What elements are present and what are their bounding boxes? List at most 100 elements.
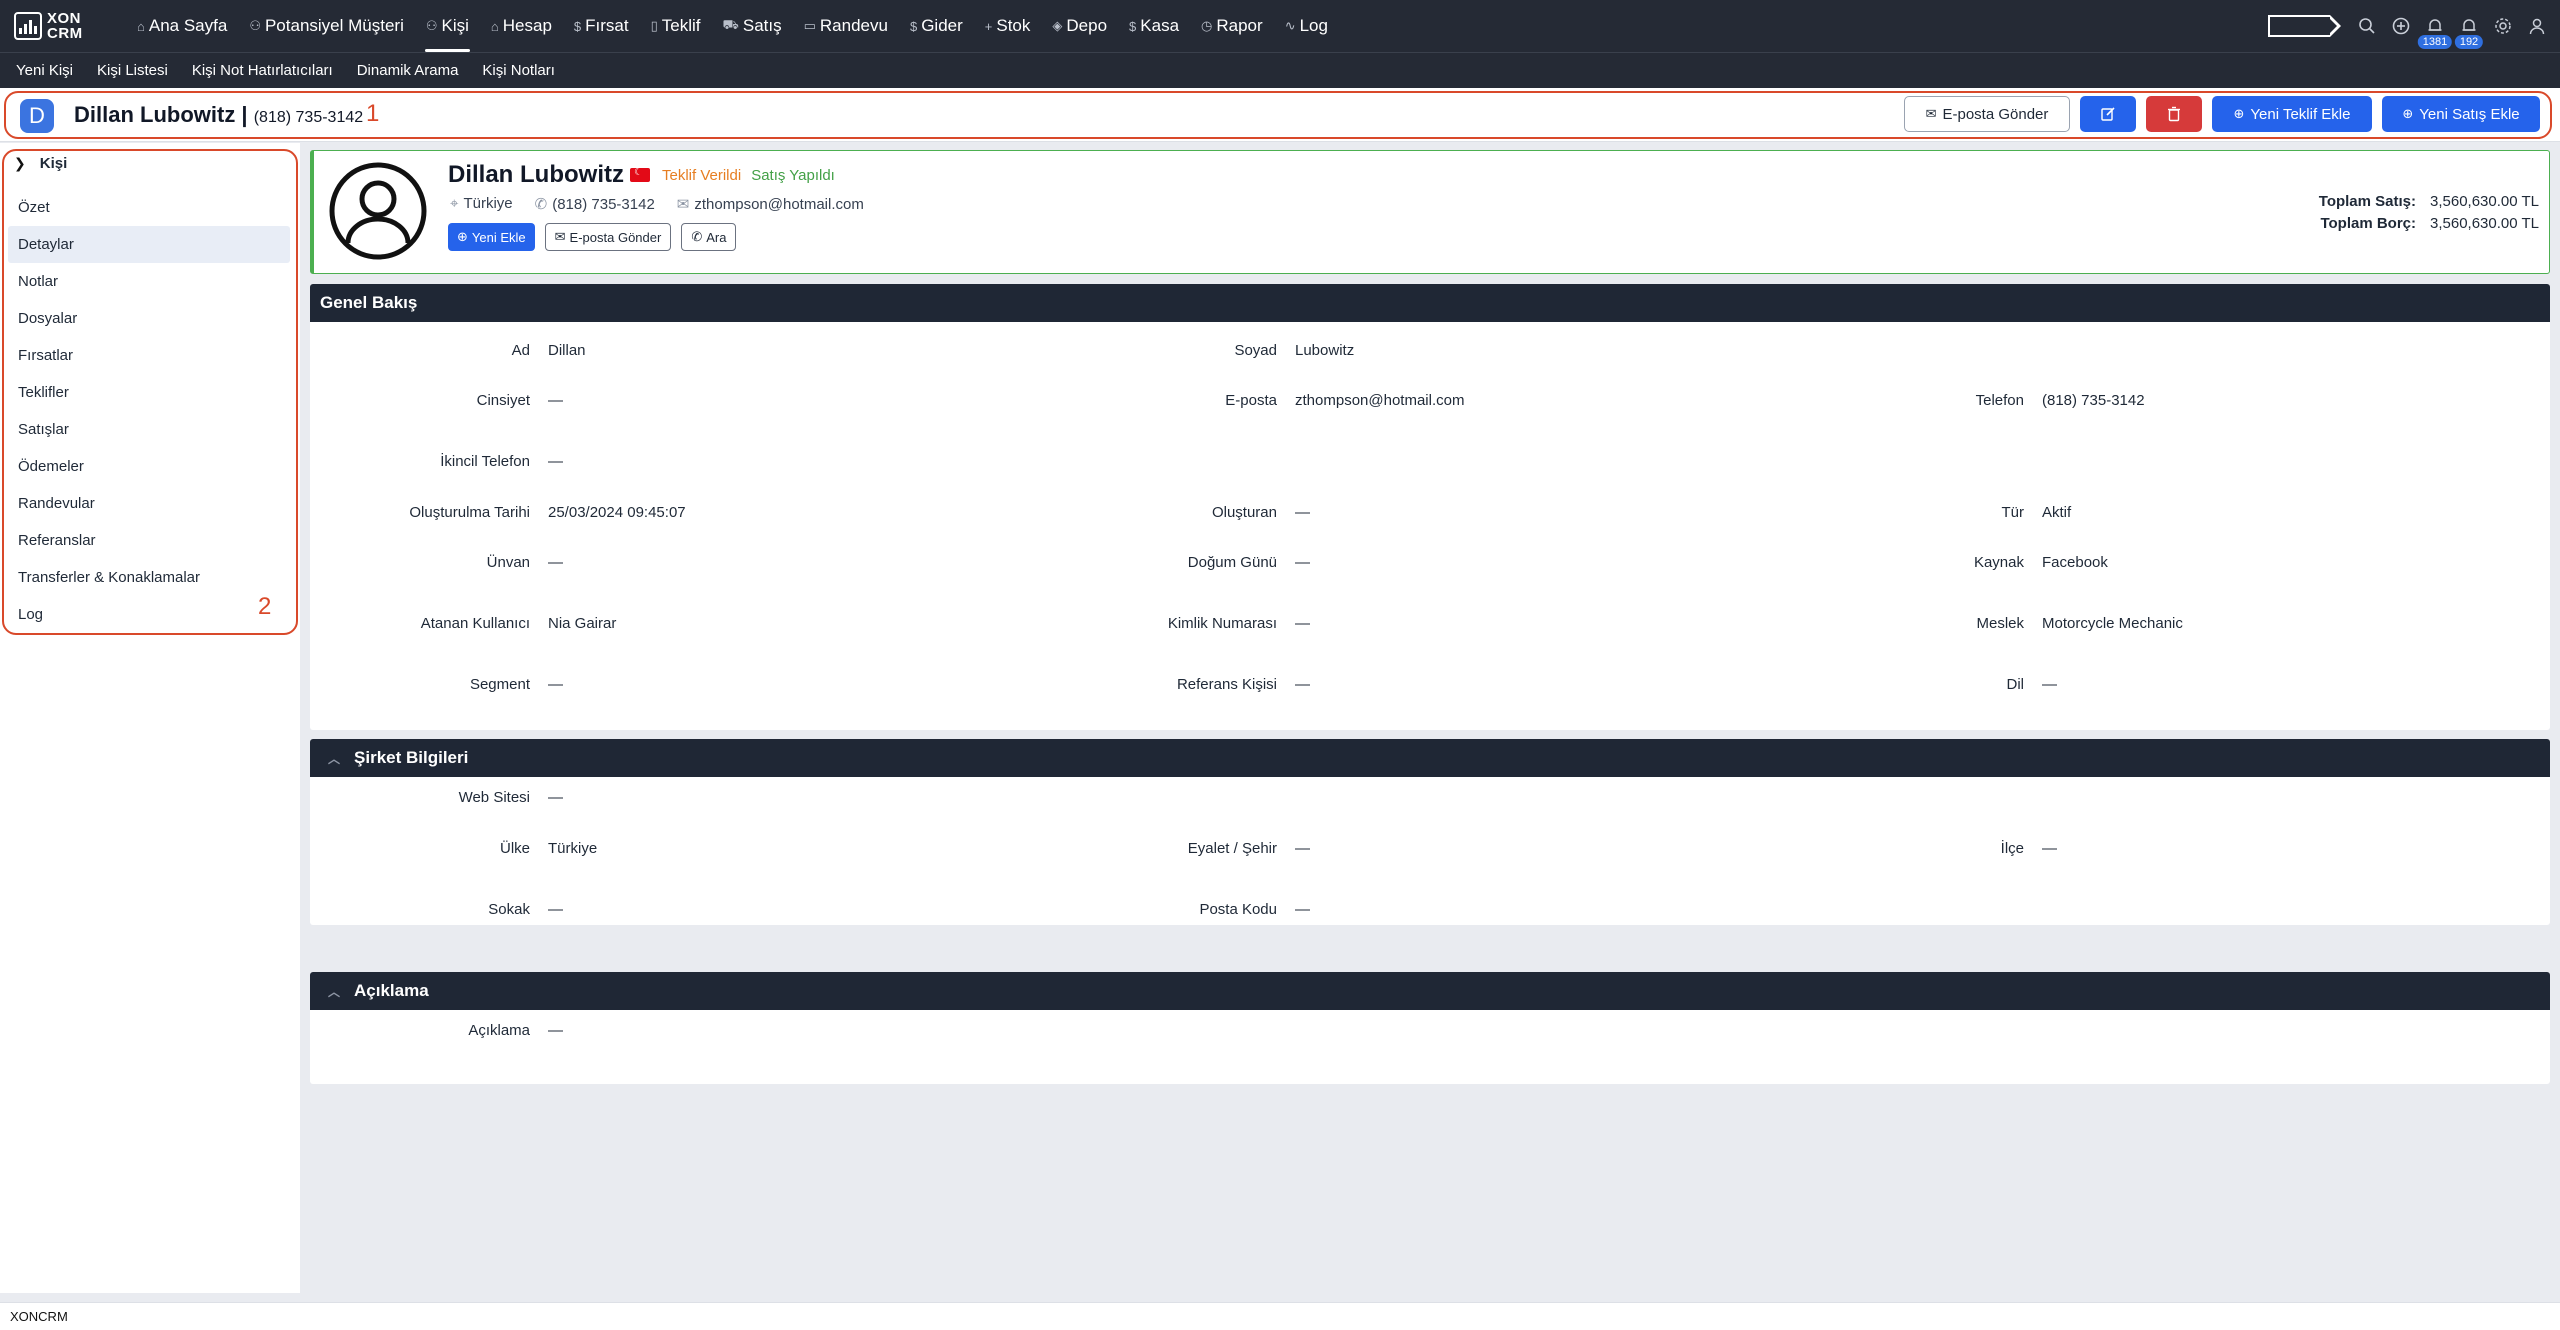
calendar-icon: ▭ [803,18,816,33]
nav-item-10[interactable]: ◈ Depo [1041,0,1118,52]
add-new-button[interactable]: ⊕ Yeni Ekle [448,223,535,251]
nav-item-5[interactable]: ▯ Teklif [640,0,712,52]
field-value-sokak: — [548,901,563,918]
nav-item-3[interactable]: ⌂ Hesap [480,0,563,52]
field-value-referans: — [1295,676,1310,693]
subnav-item-2[interactable]: Kişi Not Hatırlatıcıları [192,62,333,79]
nav-item-12[interactable]: ◷ Rapor [1190,0,1274,52]
total-debt-value: 3,560,630.00 TL [2430,215,2539,232]
field-label-eyalet: Eyalet / Şehir [1187,840,1277,857]
field-value-aciklama: — [548,1022,563,1039]
field-label-tur: Tür [2001,504,2025,521]
subnav-item-3[interactable]: Dinamik Arama [357,62,459,79]
user-icon[interactable] [2520,0,2554,52]
total-sales-label: Toplam Satış: [2318,193,2417,210]
nav-item-2[interactable]: ⚇ Kişi [415,0,480,52]
nav-item-13[interactable]: ∿ Log [1274,0,1339,52]
sidebar-item-11[interactable]: Log [8,596,290,633]
top-navbar: XON CRM ⌂ Ana Sayfa ⚇ Potansiyel Müşteri ⚇ Kiş… [0,0,2560,52]
totals: Toplam Satış: 3,560,630.00 TL Toplam Borç… [2319,191,2539,235]
profile-actions: ⊕ Yeni Ekle ✉ E-posta Gönder ✆ Ara [448,223,737,251]
field-label-olusturan: Oluşturan [1211,504,1277,521]
sidebar-item-9[interactable]: Referanslar [8,522,290,559]
annotation-number: 2 [258,593,272,620]
nav-item-label: Rapor [1216,16,1263,35]
cart-icon: ⛟ [722,17,739,32]
profile-phone[interactable]: ✆ (818) 735-3142 [535,195,655,213]
nav-item-8[interactable]: $ Gider [899,0,974,52]
sidebar-header[interactable]: ❯ Kişi [14,155,67,172]
notification-badge: 1381 [2417,35,2453,49]
edit-button[interactable] [2080,96,2136,132]
nav-item-label: Ana Sayfa [148,16,228,35]
bell-icon[interactable]: 1381 [2417,0,2453,52]
delete-button[interactable] [2146,96,2202,132]
sidebar-item-2[interactable]: Notlar [8,263,290,300]
nav-item-label: Kişi [441,16,469,35]
mail-icon: ✉ [676,196,690,213]
users-icon: ⚇ [249,18,261,33]
overview-header[interactable]: Genel Bakış [310,284,2550,322]
person-icon: ⚇ [425,18,438,33]
total-sales-value: 3,560,630.00 TL [2430,193,2539,210]
subnav-item-4[interactable]: Kişi Notları [482,62,555,79]
nav-item-6[interactable]: ⛟ Satış [712,0,793,52]
field-value-kaynak: Facebook [2042,554,2108,571]
field-value-ilce: — [2042,840,2057,857]
sidebar-item-10[interactable]: Transferler & Konaklamalar [8,559,290,596]
new-offer-button[interactable]: ⊕ Yeni Teklif Ekle [2212,96,2372,132]
nav-item-4[interactable]: $ Fırsat [563,0,640,52]
nav-item-label: Hesap [502,16,552,35]
field-label-referans: Referans Kişisi [1176,676,1277,693]
sidebar-menu: Özet Detaylar Notlar Dosyalar Fırsatlar Tekli… [8,189,290,633]
field-value-olusturan: — [1295,504,1310,521]
nav-item-label: Randevu [819,16,888,35]
nav-item-label: Potansiyel Müşteri [264,16,404,35]
send-email-button[interactable]: ✉ E-posta Gönder [1904,96,2070,132]
mail-icon: ✉ [554,229,566,244]
nav-item-1[interactable]: ⚇ Potansiyel Müşteri [238,0,415,52]
dollar-icon: $ [909,18,918,34]
company-section: ︿ Şirket Bilgileri Web Sitesi — Ülke Türkiye… [310,739,2550,925]
profile-meta: ⌖ Türkiye ✆ (818) 735-3142 ✉ zthompson@hotm… [450,195,864,213]
description-header[interactable]: ︿ Açıklama [310,972,2550,1010]
arrow-shortcut-icon[interactable] [2268,15,2341,37]
sidebar-item-0[interactable]: Özet [8,189,290,226]
field-value-unvan: — [548,554,563,571]
profile-email-button[interactable]: ✉ E-posta Gönder [544,223,672,251]
field-value-tur: Aktif [2042,504,2072,521]
company-header[interactable]: ︿ Şirket Bilgileri [310,739,2550,777]
search-icon[interactable] [2350,0,2384,52]
sidebar-item-5[interactable]: Teklifler [8,374,290,411]
sidebar-item-1[interactable]: Detaylar [8,226,290,263]
new-sale-button[interactable]: ⊕ Yeni Satış Ekle [2382,96,2540,132]
plus-circle-icon: ⊕ [2402,106,2414,121]
profile-name: Dillan Lubowitz Teklif Verildi Satış Yap… [448,161,835,189]
sidebar-item-7[interactable]: Ödemeler [8,448,290,485]
field-label-telefon: Telefon [1975,392,2024,409]
nav-item-0[interactable]: ⌂ Ana Sayfa [126,0,238,52]
profile-email[interactable]: ✉ zthompson@hotmail.com [677,195,864,213]
bell-icon[interactable]: 192 [2452,0,2486,52]
sidebar-item-3[interactable]: Dosyalar [8,300,290,337]
plus-circle-icon: ⊕ [2233,106,2245,121]
profile-card: Dillan Lubowitz Teklif Verildi Satış Yap… [310,150,2550,274]
nav-item-11[interactable]: $ Kasa [1118,0,1190,52]
call-button[interactable]: ✆ Ara [681,223,737,251]
footer: XONCRM [0,1302,2560,1330]
field-value-meslek: Motorcycle Mechanic [2042,615,2183,632]
add-circle-icon[interactable] [2384,0,2418,52]
logo[interactable]: XON CRM [14,11,98,41]
nav-item-label: Fırsat [585,16,629,35]
sidebar-item-6[interactable]: Satışlar [8,411,290,448]
field-label-soyad: Soyad [1234,342,1277,359]
gear-icon[interactable] [2486,0,2520,52]
total-debt-label: Toplam Borç: [2320,215,2417,232]
profile-country: ⌖ Türkiye [450,195,513,212]
subnav-item-1[interactable]: Kişi Listesi [97,62,168,79]
subnav-item-0[interactable]: Yeni Kişi [16,62,73,79]
nav-item-9[interactable]: + Stok [974,0,1042,52]
nav-item-7[interactable]: ▭ Randevu [793,0,899,52]
sidebar-item-4[interactable]: Fırsatlar [8,337,290,374]
sidebar-item-8[interactable]: Randevular [8,485,290,522]
